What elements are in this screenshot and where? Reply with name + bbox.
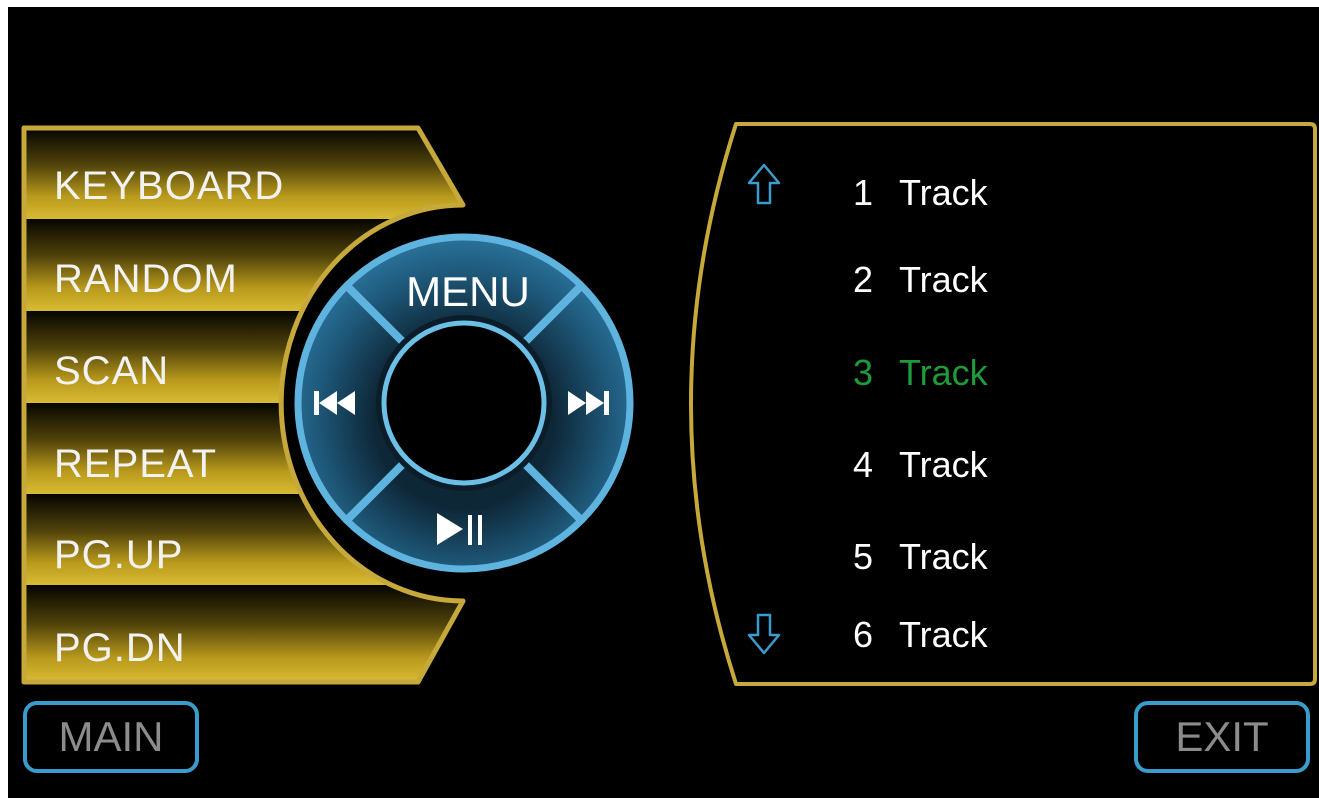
menu-item-scan[interactable]: SCAN [54, 351, 169, 391]
track-item[interactable]: 6 Track [853, 617, 988, 653]
main-button[interactable]: MAIN [23, 701, 199, 773]
arrow-up-icon[interactable] [746, 162, 782, 206]
exit-button[interactable]: EXIT [1134, 701, 1310, 773]
track-item[interactable]: 4 Track [853, 447, 988, 483]
menu-item-pg-up[interactable]: PG.UP [54, 535, 183, 575]
track-number: 3 [853, 352, 874, 393]
ui-graphics [21, 122, 1317, 686]
menu-item-keyboard[interactable]: KEYBOARD [54, 166, 284, 206]
track-number: 2 [853, 259, 874, 300]
playlist-panel [689, 122, 1317, 686]
track-item[interactable]: 5 Track [853, 539, 988, 575]
menu-item-repeat[interactable]: REPEAT [54, 444, 217, 484]
track-number: 5 [853, 536, 874, 577]
media-player-screen: KEYBOARD RANDOM SCAN REPEAT PG.UP PG.DN … [8, 7, 1319, 798]
track-title: Track [899, 172, 988, 213]
track-number: 4 [853, 444, 874, 485]
track-title: Track [899, 444, 988, 485]
arrow-down-icon[interactable] [746, 612, 782, 656]
track-item[interactable]: 1 Track [853, 175, 988, 211]
track-title: Track [899, 259, 988, 300]
menu-item-random[interactable]: RANDOM [54, 259, 238, 299]
track-number: 6 [853, 614, 874, 655]
menu-item-pg-dn[interactable]: PG.DN [54, 628, 186, 668]
track-title: Track [899, 352, 988, 393]
track-title: Track [899, 614, 988, 655]
track-item-active[interactable]: 3 Track [853, 355, 988, 391]
track-item[interactable]: 2 Track [853, 262, 988, 298]
menu-button[interactable]: MENU [397, 271, 539, 313]
track-number: 1 [853, 172, 874, 213]
track-title: Track [899, 536, 988, 577]
